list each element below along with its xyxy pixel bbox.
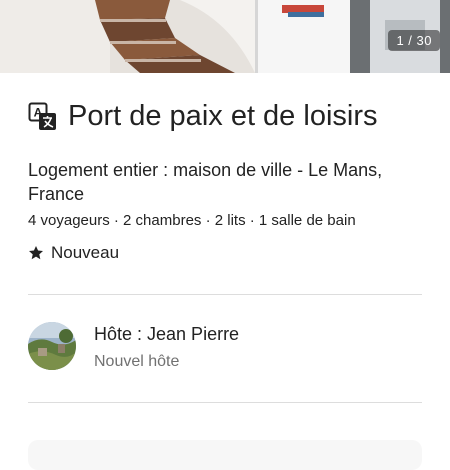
avatar-image: [28, 322, 76, 370]
translate-icon[interactable]: A: [28, 102, 58, 132]
listing-photo[interactable]: 1 / 30: [0, 0, 450, 73]
staircase-photo: [0, 0, 450, 73]
info-card: [28, 440, 422, 470]
star-icon: [29, 246, 43, 260]
host-status: Nouvel hôte: [94, 353, 180, 370]
listing-title-row: A Port de paix et de loisirs: [28, 100, 428, 133]
host-avatar[interactable]: [28, 322, 76, 370]
new-badge: Nouveau: [28, 243, 119, 263]
divider: [28, 294, 422, 295]
badge-label: Nouveau: [51, 243, 120, 262]
divider: [28, 402, 422, 403]
photo-counter: 1 / 30: [388, 30, 440, 51]
listing-title: Port de paix et de loisirs: [68, 100, 378, 132]
host-name: Hôte : Jean Pierre: [94, 324, 240, 344]
listing-subtitle: Logement entier : maison de ville - Le M…: [28, 160, 383, 204]
listing-details: 4 voyageurs · 2 chambres · 2 lits · 1 sa…: [28, 212, 356, 229]
